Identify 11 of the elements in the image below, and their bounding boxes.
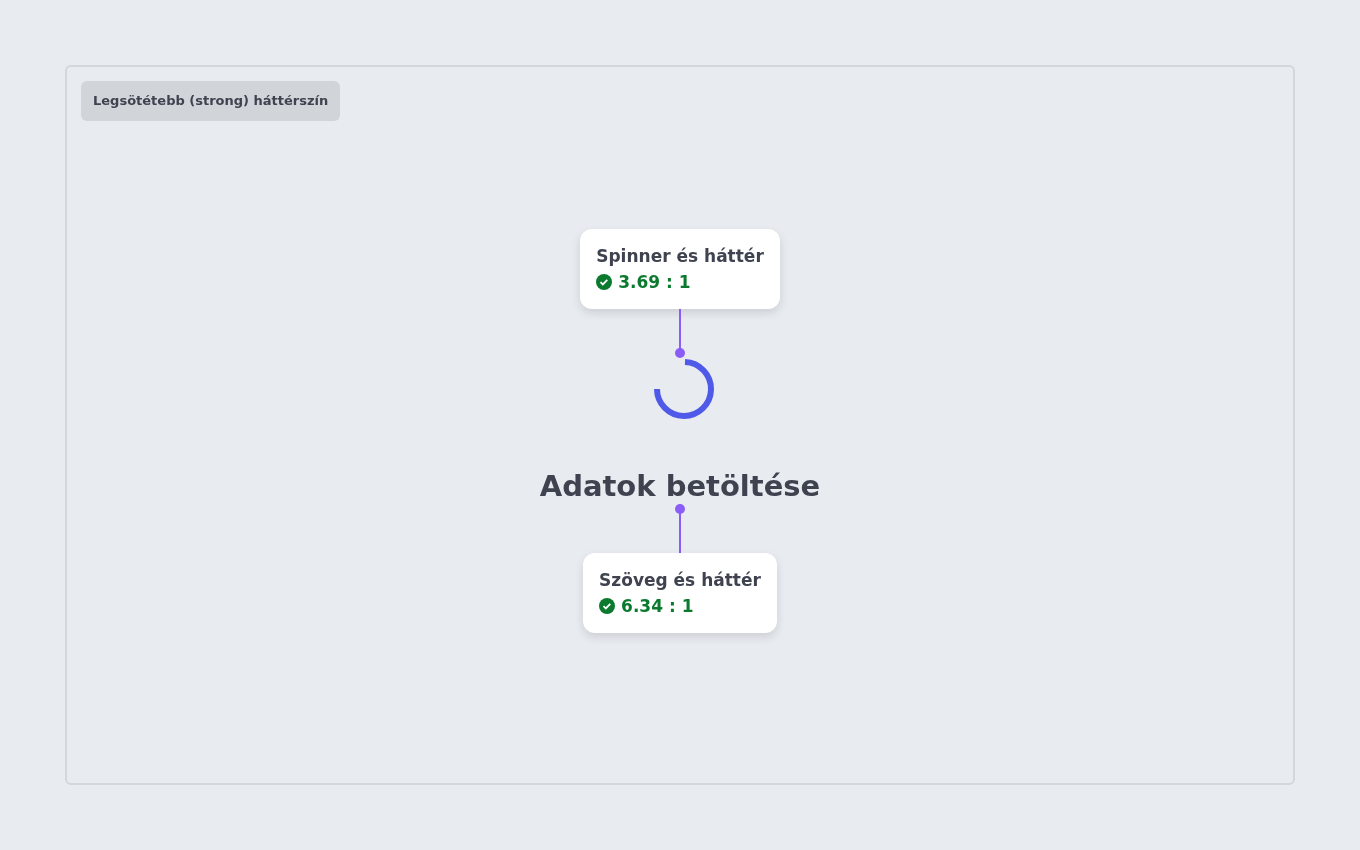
annotation-title: Szöveg és háttér	[599, 570, 761, 590]
check-circle-icon	[599, 598, 616, 614]
contrast-ratio: 3.69 : 1	[596, 272, 764, 292]
loading-spinner	[653, 358, 715, 420]
leader-line	[675, 309, 685, 358]
background-label: Legsötétebb (strong) háttérszín	[81, 81, 341, 121]
annotation-title: Spinner és háttér	[596, 246, 764, 266]
leader-line	[675, 504, 685, 553]
contrast-ratio: 6.34 : 1	[599, 596, 761, 616]
check-circle-icon	[596, 274, 613, 290]
loading-text: Adatok betöltése	[539, 468, 821, 504]
